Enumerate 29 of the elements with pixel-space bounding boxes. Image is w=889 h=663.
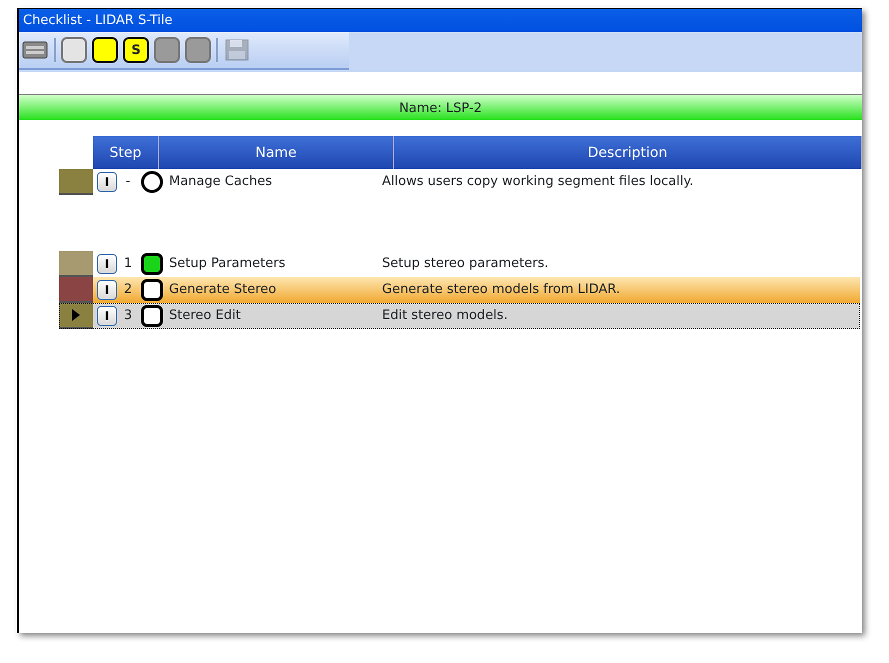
table-row[interactable]: I - Manage Caches Allows users copy working segment files locally. [59,169,860,195]
step-name: Manage Caches [169,173,273,192]
step-name: Generate Stereo [169,281,278,300]
info-button[interactable]: I [97,280,117,300]
step-number: - [124,173,132,192]
save-icon[interactable] [223,37,251,63]
window-title: Checklist - LIDAR S-Tile [19,9,862,32]
table-row[interactable]: I 3 Stereo Edit Edit stereo models. [59,303,860,329]
step-description: Allows users copy working segment files locally. [381,173,694,192]
row-pointer-icon [72,309,80,321]
step-description: Generate stereo models from LIDAR. [381,281,620,300]
table-row[interactable]: I 2 Generate Stereo Generate stereo models from LIDAR. [59,277,860,303]
step-name: Setup Parameters [169,255,286,274]
info-button[interactable]: I [97,254,117,274]
name-bar: Name: LSP-2 [19,94,862,120]
step-description: Edit stereo models. [381,307,508,326]
step-name: Stereo Edit [169,307,242,326]
column-header[interactable]: Step [93,136,159,169]
column-header[interactable]: Description [394,136,862,169]
step-description: Setup stereo parameters. [381,255,549,274]
step-number: 2 [122,281,134,300]
info-button[interactable]: I [97,172,117,192]
status-button[interactable] [92,37,118,63]
step-number: 3 [122,307,134,326]
column-header[interactable]: Name [159,136,394,169]
status-button[interactable]: S [123,37,149,63]
step-number: 1 [122,255,134,274]
info-button[interactable]: I [97,306,117,326]
table-row[interactable]: I 1 Setup Parameters Setup stereo parameters. [59,251,860,277]
